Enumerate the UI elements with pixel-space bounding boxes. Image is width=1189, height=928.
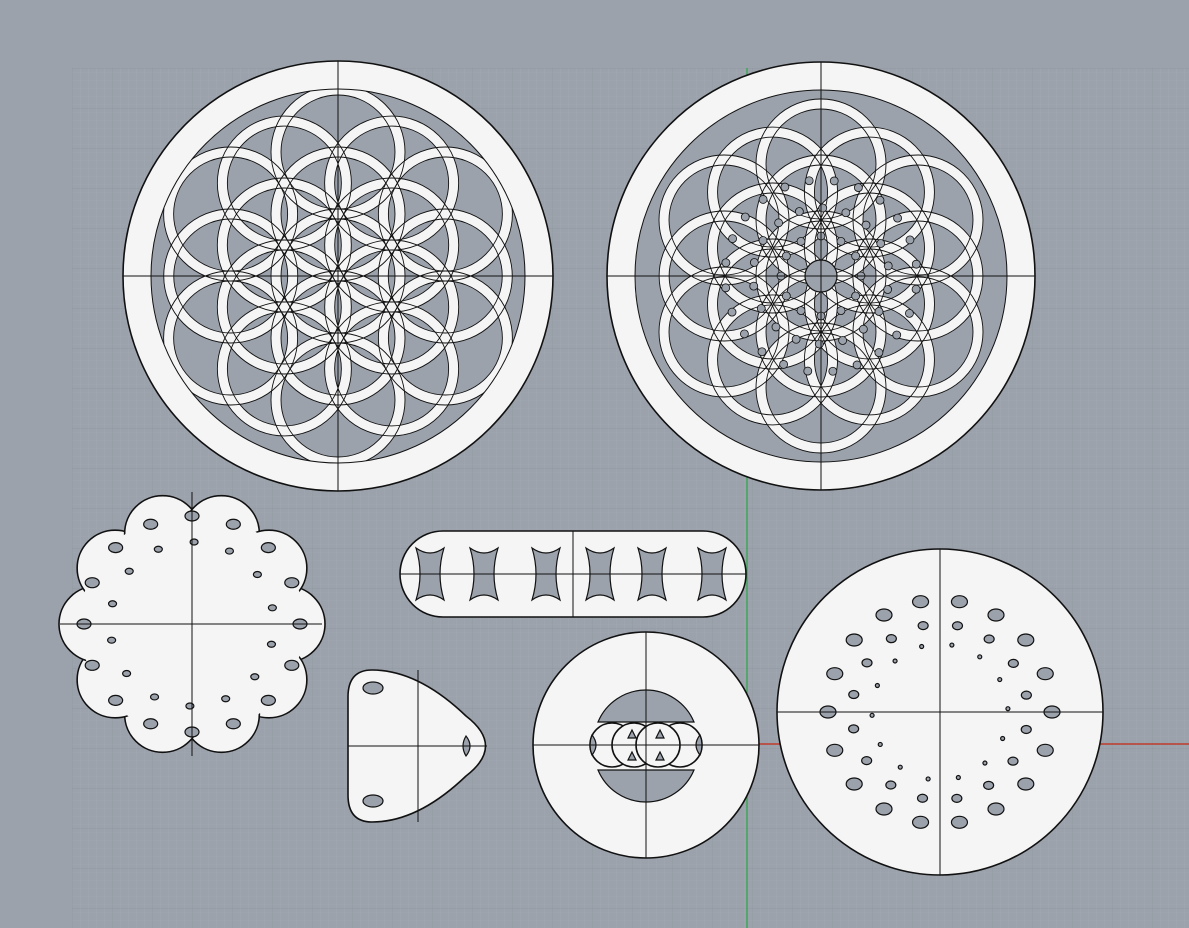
part-small-disc[interactable] — [532, 631, 760, 859]
part-medium-disc[interactable] — [776, 548, 1104, 876]
part-large-flower-disc-a[interactable] — [122, 60, 554, 492]
part-ring-chain[interactable] — [399, 530, 747, 618]
part-large-flower-disc-b[interactable] — [606, 61, 1036, 491]
modeling-viewport[interactable] — [0, 0, 1189, 928]
viewport-canvas[interactable] — [0, 0, 1189, 928]
